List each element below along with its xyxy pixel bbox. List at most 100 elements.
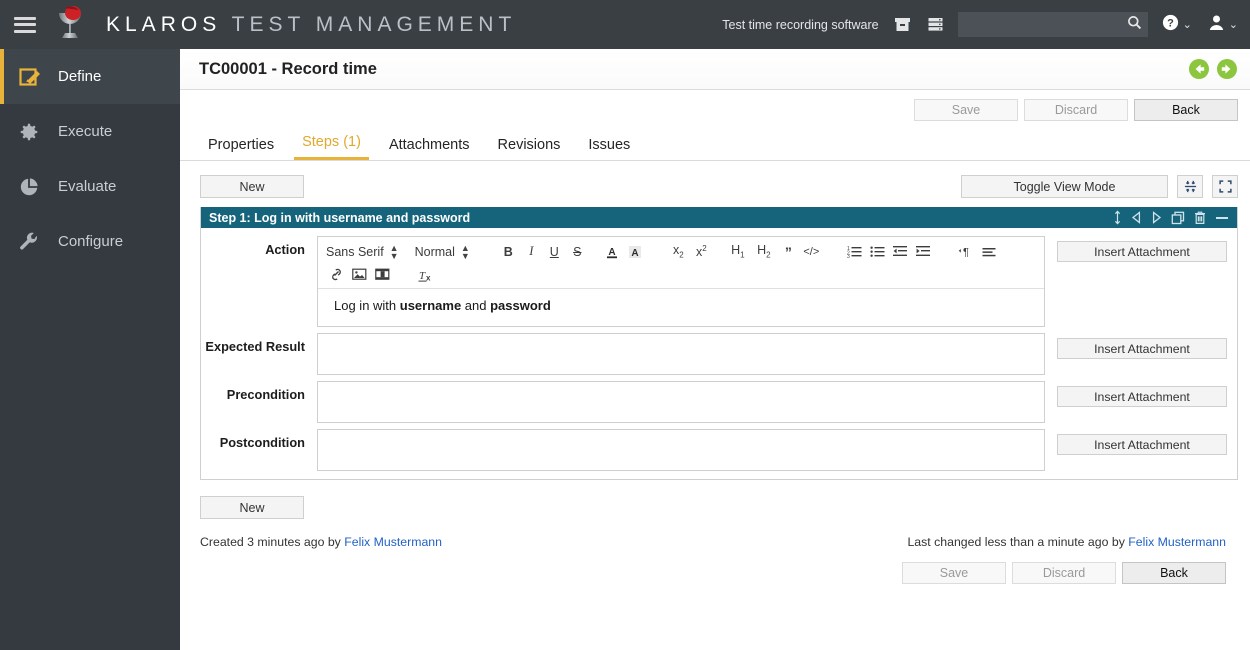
clear-formatting-button[interactable]: T x [415,265,439,284]
circle-arrow-left-icon[interactable] [1188,58,1210,80]
new-step-button-bottom[interactable]: New [200,496,304,519]
page-header: TC00001 - Record time [180,49,1250,90]
subscript-button[interactable]: x2 [668,242,689,261]
move-left-icon[interactable] [1131,211,1142,224]
sidebar-item-execute[interactable]: Execute [0,104,180,159]
action-text-plain-2: and [461,298,491,313]
font-family-select[interactable]: Sans Serif ▲ ▼ [326,243,399,260]
field-label-expected-result: Expected Result [205,339,305,354]
text-direction-button[interactable]: ¶ [956,242,977,261]
chevron-down-icon: ⌄ [1182,19,1192,31]
tab-bar: Properties Steps (1) Attachments Revisio… [180,130,1250,161]
back-button-top[interactable]: Back [1134,98,1238,121]
field-label-action: Action [265,242,305,257]
move-right-icon[interactable] [1151,211,1162,224]
action-editor[interactable]: Sans Serif ▲ ▼ Normal ▲ ▼ B I U S A A x2… [317,236,1045,327]
bottom-action-bar: Save Discard Back [200,562,1238,584]
tab-steps[interactable]: Steps (1) [294,134,369,160]
discard-button-bottom[interactable]: Discard [1012,562,1116,584]
insert-attachment-button-postcondition[interactable]: Insert Attachment [1057,434,1227,455]
sidebar-item-define[interactable]: Define [0,49,180,104]
field-row-action: Action Sans Serif ▲ ▼ Normal ▲ ▼ B I U S… [201,236,1237,327]
last-changed-info: Last changed less than a minute ago by F… [907,535,1226,549]
search-input[interactable] [963,16,1127,33]
strikethrough-button[interactable]: S [567,242,588,261]
wrench-icon [18,231,44,253]
updown-icon-size: ▲ ▼ [460,242,470,261]
bold-button[interactable]: B [498,242,519,261]
sidebar-item-configure[interactable]: Configure [0,214,180,269]
insert-link-button[interactable] [326,265,347,284]
text-color-button[interactable]: A [602,242,623,261]
changed-user-link[interactable]: Felix Mustermann [1128,535,1226,549]
created-user-link[interactable]: Felix Mustermann [344,535,442,549]
precondition-input[interactable] [317,381,1045,423]
collapse-all-icon[interactable] [1177,175,1203,198]
edit-square-icon [18,65,44,89]
brand-title: KLAROS TEST MANAGEMENT [106,13,516,37]
changed-prefix: Last changed less than a minute ago by [907,535,1129,549]
indent-button[interactable] [913,242,934,261]
blockquote-button[interactable]: ” [778,242,799,261]
created-info: Created 3 minutes ago by Felix Musterman… [200,535,442,549]
discard-button-top[interactable]: Discard [1024,98,1128,121]
italic-button[interactable]: I [521,242,542,261]
user-menu-button[interactable]: ⌄ [1208,14,1238,36]
svg-text:¶: ¶ [963,247,969,259]
heading-2-button[interactable]: H2 [752,242,776,261]
collapse-minus-icon[interactable] [1215,212,1229,224]
outdent-button[interactable] [890,242,911,261]
bullet-list-button[interactable] [867,242,888,261]
expected-result-input[interactable] [317,333,1045,375]
archive-box-icon[interactable] [892,14,914,36]
save-button-top[interactable]: Save [914,98,1018,121]
action-text-plain-1: Log in with [334,298,400,313]
insert-attachment-button-action[interactable]: Insert Attachment [1057,241,1227,262]
insert-attachment-button-precondition[interactable]: Insert Attachment [1057,386,1227,407]
back-button-bottom[interactable]: Back [1122,562,1226,584]
ordered-list-button[interactable]: 1 2 3 [844,242,865,261]
new-step-button-top[interactable]: New [200,175,304,198]
insert-attachment-button-expected-result[interactable]: Insert Attachment [1057,338,1227,359]
sidebar-item-evaluate[interactable]: Evaluate [0,159,180,214]
svg-text:?: ? [1167,17,1174,29]
font-size-value: Normal [414,244,455,259]
superscript-button[interactable]: x2 [691,242,712,261]
toggle-view-mode-button[interactable]: Toggle View Mode [961,175,1168,198]
duplicate-icon[interactable] [1171,211,1185,225]
klaros-logo [48,5,92,45]
heading-1-button[interactable]: H1 [726,242,750,261]
tab-attachments[interactable]: Attachments [381,137,478,160]
hamburger-menu-icon[interactable] [14,16,36,33]
tab-properties[interactable]: Properties [200,137,282,160]
insert-video-button[interactable] [372,265,393,284]
expand-fullscreen-icon[interactable] [1212,175,1238,198]
search-icon[interactable] [1127,15,1142,35]
code-block-button[interactable]: </> [801,242,822,261]
insert-image-button[interactable] [349,265,370,284]
step-panel: Step 1: Log in with username and passwor… [200,207,1238,480]
underline-button[interactable]: U [544,242,565,261]
delete-trash-icon[interactable] [1194,211,1206,225]
postcondition-attachment-col: Insert Attachment [1057,429,1227,455]
sidebar-item-label-configure: Configure [58,233,124,250]
circle-arrow-right-icon[interactable] [1216,58,1238,80]
svg-text:x: x [426,273,431,282]
align-button[interactable] [979,242,1000,261]
user-icon [1208,14,1225,36]
highlight-color-button[interactable]: A [625,242,646,261]
svg-text:3: 3 [847,254,850,258]
postcondition-input[interactable] [317,429,1045,471]
tab-revisions[interactable]: Revisions [490,137,569,160]
drag-vertical-icon[interactable] [1113,210,1122,225]
action-editor-content[interactable]: Log in with username and password [318,289,1044,326]
database-icon[interactable] [925,14,947,36]
step-header: Step 1: Log in with username and passwor… [201,207,1237,228]
tab-issues[interactable]: Issues [580,137,638,160]
save-button-bottom[interactable]: Save [902,562,1006,584]
brand-secondary: TEST MANAGEMENT [231,12,517,36]
help-menu-button[interactable]: ? ⌄ [1162,14,1192,36]
action-text-bold-2: password [490,298,551,313]
font-size-select[interactable]: Normal ▲ ▼ [414,242,470,261]
global-search[interactable] [957,12,1148,37]
